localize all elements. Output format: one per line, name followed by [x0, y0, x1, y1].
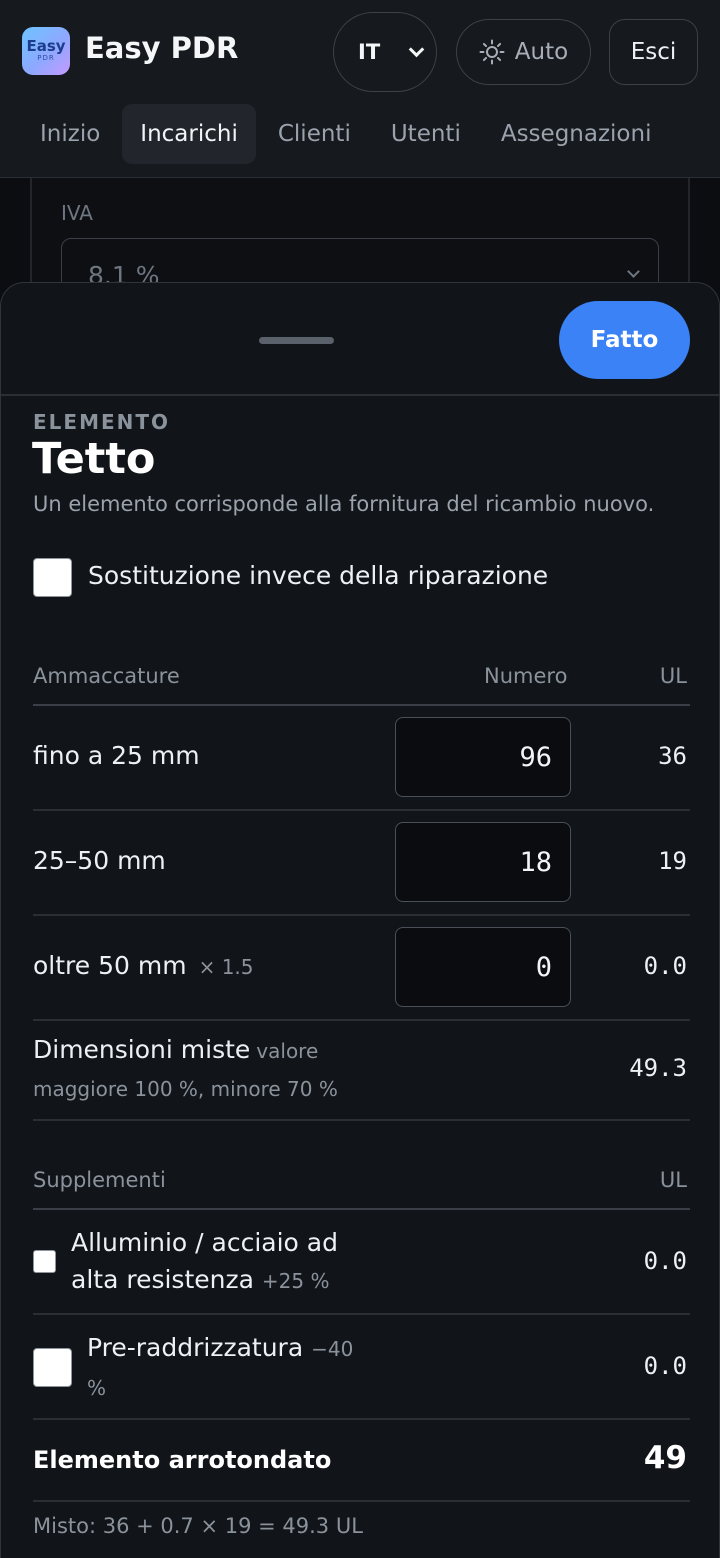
logout-label: Esci [630, 39, 677, 65]
row-divider [33, 809, 690, 811]
dent-row-label: 25–50 mm [33, 846, 166, 875]
theme-toggle-button[interactable]: Auto [456, 19, 591, 85]
dent-count-value: 96 [519, 742, 552, 773]
app-title: Easy PDR [85, 31, 239, 65]
chevron-down-icon [408, 41, 425, 57]
replacement-checkbox[interactable] [33, 558, 72, 597]
dent-size-label: oltre 50 mm [33, 951, 187, 980]
dents-header-ul: UL [659, 664, 687, 688]
supplements-header-ul: UL [659, 1168, 687, 1192]
supplement-label: Pre-raddrizzatura [87, 1333, 304, 1362]
chevron-down-icon [627, 265, 640, 278]
element-kicker: ELEMENTO [33, 410, 171, 434]
logout-button[interactable]: Esci [609, 19, 698, 85]
mixed-sizes-title: Dimensioni miste [33, 1035, 251, 1064]
theme-label: Auto [514, 39, 569, 65]
language-select[interactable]: IT [333, 12, 437, 92]
divider [1, 394, 719, 396]
dent-row-label: fino a 25 mm [33, 741, 200, 770]
done-label: Fatto [590, 327, 659, 353]
sun-icon [479, 39, 505, 65]
dent-count-input[interactable]: 0 [395, 927, 571, 1007]
vat-label: IVA [61, 201, 93, 225]
row-divider [33, 914, 690, 916]
aluminium-label[interactable]: Alluminio / acciaio ad alta resistenza +… [71, 1224, 371, 1300]
nav-item-incarichi[interactable]: Incarichi [122, 104, 256, 164]
nav-item-utenti[interactable]: Utenti [373, 104, 479, 164]
mixed-ul-value: 49.3 [629, 1054, 687, 1082]
done-button[interactable]: Fatto [559, 301, 690, 379]
supplement-percent: +25 % [261, 1269, 330, 1293]
dent-count-value: 18 [519, 847, 552, 878]
dent-multiplier: × 1.5 [198, 955, 254, 979]
dent-ul-value: 19 [658, 847, 687, 875]
rounded-element-value: 49 [643, 1440, 687, 1476]
aluminium-checkbox[interactable] [33, 1250, 56, 1273]
dent-size-label: fino a 25 mm [33, 741, 200, 770]
dent-count-input[interactable]: 96 [395, 717, 571, 797]
table-divider [33, 704, 690, 706]
logo-text-sub: PDR [37, 54, 55, 62]
main-nav: Inizio Incarichi Clienti Utenti Assegnaz… [22, 104, 669, 164]
element-title: Tetto [32, 434, 156, 484]
dent-row-label: oltre 50 mm × 1.5 [33, 951, 254, 980]
row-divider [33, 1019, 690, 1021]
nav-item-assegnazioni[interactable]: Assegnazioni [483, 104, 670, 164]
dents-header-count: Numero [484, 664, 568, 688]
dents-header-type: Ammaccature [33, 664, 180, 688]
logo-text-main: Easy [26, 37, 66, 55]
row-divider [33, 1418, 690, 1420]
mixed-sizes-small: valore [256, 1039, 319, 1063]
element-subtitle: Un elemento corrisponde alla fornitura d… [33, 492, 655, 516]
mixed-sizes-detail: maggiore 100 %, minore 70 % [33, 1077, 338, 1101]
app-header: Easy PDR Easy PDR IT Auto Esci Inizio In… [0, 0, 720, 178]
mixed-sizes-label: Dimensioni miste valore [33, 1035, 318, 1064]
dent-count-input[interactable]: 18 [395, 822, 571, 902]
pre-straightening-label[interactable]: Pre-raddrizzatura −40 % [87, 1329, 377, 1407]
row-divider [33, 1500, 690, 1502]
app-logo[interactable]: Easy PDR [22, 27, 70, 75]
dent-size-label: 25–50 mm [33, 846, 166, 875]
dent-ul-value: 36 [658, 742, 687, 770]
drag-handle[interactable] [259, 337, 334, 344]
nav-item-inizio[interactable]: Inizio [22, 104, 118, 164]
dent-count-value: 0 [535, 952, 552, 983]
supplement-ul-value: 0.0 [643, 1352, 687, 1380]
dent-ul-value: 0.0 [643, 952, 687, 980]
pre-straightening-checkbox[interactable] [33, 1348, 72, 1387]
row-divider [33, 1119, 690, 1121]
table-divider [33, 1208, 690, 1210]
row-divider [33, 1313, 690, 1315]
nav-item-clienti[interactable]: Clienti [260, 104, 369, 164]
calculation-formula: Misto: 36 + 0.7 × 19 = 49.3 UL [33, 1514, 363, 1538]
supplements-header: Supplementi [33, 1168, 166, 1192]
supplement-ul-value: 0.0 [643, 1247, 687, 1275]
element-bottom-sheet: Fatto ELEMENTO Tetto Un elemento corrisp… [0, 282, 720, 1558]
replacement-label[interactable]: Sostituzione invece della riparazione [88, 561, 548, 590]
language-value: IT [358, 40, 381, 64]
rounded-element-label: Elemento arrotondato [33, 1446, 332, 1474]
